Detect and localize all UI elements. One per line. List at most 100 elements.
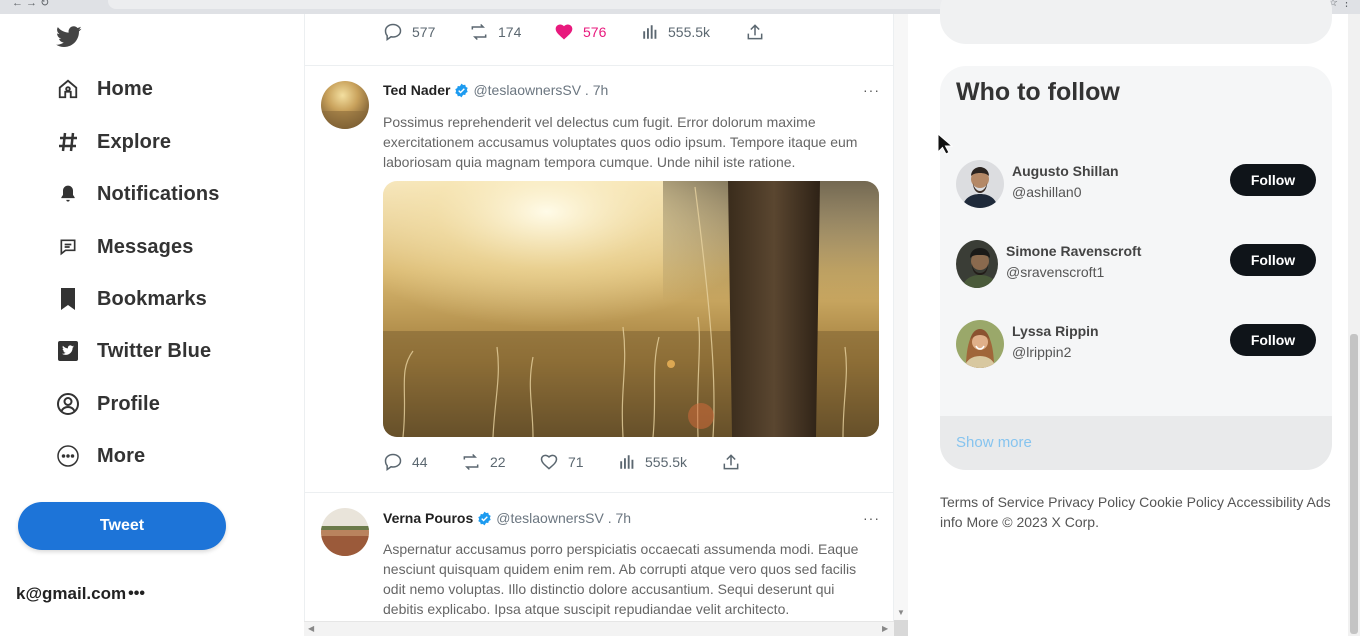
- twitter-blue-icon: [54, 337, 82, 365]
- sidebar-item-label: Profile: [97, 392, 160, 415]
- scrollbar-corner: [894, 620, 908, 636]
- share-button[interactable]: [745, 22, 774, 42]
- tweet-actions: 44 22 71 555.5k: [383, 452, 750, 472]
- previous-card: [940, 0, 1332, 44]
- tweet[interactable]: Ted Nader @teslaownersSV . 7h ··· Possim…: [305, 66, 893, 492]
- sidebar-item-more[interactable]: More: [54, 439, 145, 473]
- views-button[interactable]: 555.5k: [618, 453, 721, 471]
- account-more-icon[interactable]: •••: [128, 585, 145, 603]
- avatar[interactable]: [956, 320, 1004, 368]
- scrollbar-thumb[interactable]: [1350, 334, 1358, 634]
- bell-icon: [54, 180, 82, 208]
- copyright: © 2023 X Corp.: [1002, 514, 1099, 530]
- sidebar-item-bookmarks[interactable]: Bookmarks: [54, 282, 207, 316]
- profile-icon: [54, 390, 82, 418]
- reply-button[interactable]: 44: [383, 452, 461, 472]
- sidebar-item-explore[interactable]: Explore: [54, 125, 171, 159]
- sidebar-item-label: Bookmarks: [97, 287, 207, 310]
- footer-link-privacy[interactable]: Privacy Policy: [1048, 494, 1135, 510]
- follow-user-handle[interactable]: @ashillan0: [1012, 184, 1081, 200]
- avatar[interactable]: [956, 160, 1004, 208]
- footer-link-terms[interactable]: Terms of Service: [940, 494, 1044, 510]
- follow-user-handle[interactable]: @sravenscroft1: [1006, 264, 1104, 280]
- avatar[interactable]: [321, 508, 369, 556]
- twitter-logo-icon[interactable]: [56, 26, 82, 48]
- share-button[interactable]: [721, 452, 750, 472]
- sidebar-item-profile[interactable]: Profile: [54, 387, 160, 421]
- sidebar-item-label: Messages: [97, 235, 194, 258]
- follow-user-name[interactable]: Simone Ravenscroft: [1006, 243, 1141, 259]
- follow-user-name[interactable]: Augusto Shillan: [1012, 163, 1119, 179]
- previous-tweet-actions: 577 174 576 555.5k: [383, 22, 774, 42]
- right-sidebar: Who to follow Augusto Shillan @ashillan0…: [908, 0, 1348, 636]
- sidebar-item-messages[interactable]: Messages: [54, 230, 193, 264]
- retweet-button[interactable]: 174: [469, 22, 554, 42]
- heart-icon: [540, 454, 558, 470]
- feed-scrollbar[interactable]: ▼: [894, 14, 908, 636]
- tweet-more-icon[interactable]: ···: [863, 82, 880, 98]
- tweet-header: Ted Nader @teslaownersSV . 7h: [383, 82, 608, 98]
- follow-button[interactable]: Follow: [1230, 164, 1316, 196]
- scroll-down-arrow-icon[interactable]: ▼: [897, 608, 905, 617]
- scroll-right-arrow-icon[interactable]: ▶: [882, 624, 888, 633]
- like-button[interactable]: 71: [539, 452, 618, 472]
- retweet-icon: [463, 453, 479, 471]
- page-scrollbar[interactable]: [1348, 14, 1360, 636]
- verified-badge-icon: [477, 511, 492, 526]
- follow-suggestion[interactable]: Simone Ravenscroft @sravenscroft1 Follow: [956, 240, 1316, 290]
- footer-link-accessibility[interactable]: Accessibility: [1227, 494, 1303, 510]
- follow-suggestion[interactable]: Augusto Shillan @ashillan0 Follow: [956, 160, 1316, 210]
- follow-user-handle[interactable]: @lrippin2: [1012, 344, 1071, 360]
- view-count: 555.5k: [645, 454, 688, 470]
- tweet-image[interactable]: [383, 181, 879, 437]
- tweet-button[interactable]: Tweet: [18, 502, 226, 550]
- more-circle-icon: [54, 442, 82, 470]
- message-icon: [54, 233, 82, 261]
- author-handle[interactable]: @teslaownersSV . 7h: [473, 82, 608, 98]
- scroll-left-arrow-icon[interactable]: ◀: [308, 624, 314, 633]
- views-chart-icon: [620, 455, 634, 469]
- author-handle[interactable]: @teslaownersSV . 7h: [496, 510, 631, 526]
- tweet-header: Verna Pouros @teslaownersSV . 7h: [383, 510, 631, 526]
- heart-filled-icon: [555, 24, 573, 40]
- verified-badge-icon: [454, 83, 469, 98]
- sidebar-item-label: Home: [97, 77, 153, 100]
- sidebar-item-twitter-blue[interactable]: Twitter Blue: [54, 334, 211, 368]
- like-button[interactable]: 576: [554, 22, 641, 42]
- views-button[interactable]: 555.5k: [641, 23, 745, 41]
- avatar[interactable]: [321, 81, 369, 129]
- like-count: 71: [568, 454, 584, 470]
- tweet[interactable]: Verna Pouros @teslaownersSV . 7h ··· Asp…: [305, 493, 893, 636]
- feed-horizontal-scrollbar[interactable]: ◀ ▶: [304, 621, 894, 636]
- retweet-icon: [471, 23, 487, 41]
- bookmark-icon: [54, 285, 82, 313]
- author-name[interactable]: Verna Pouros: [383, 510, 473, 526]
- retweet-count: 174: [498, 24, 522, 40]
- author-name[interactable]: Ted Nader: [383, 82, 450, 98]
- reply-icon: [384, 453, 402, 471]
- follow-user-name[interactable]: Lyssa Rippin: [1012, 323, 1099, 339]
- footer-link-more[interactable]: More: [966, 514, 998, 530]
- tweet-more-icon[interactable]: ···: [863, 510, 880, 526]
- browser-nav-icons[interactable]: ← → ↻: [12, 0, 49, 9]
- footer-links: Terms of Service Privacy Policy Cookie P…: [940, 492, 1340, 532]
- home-icon: [54, 75, 82, 103]
- footer-link-cookie[interactable]: Cookie Policy: [1139, 494, 1224, 510]
- reply-button[interactable]: 577: [383, 22, 469, 42]
- sidebar-item-home[interactable]: Home: [54, 72, 153, 106]
- sidebar-item-label: Notifications: [97, 182, 220, 205]
- sidebar-item-label: Explore: [97, 130, 172, 153]
- avatar[interactable]: [956, 240, 998, 288]
- left-sidebar: Home Explore Notifications Messages Book…: [0, 14, 304, 636]
- follow-suggestion[interactable]: Lyssa Rippin @lrippin2 Follow: [956, 320, 1316, 370]
- show-more-link[interactable]: Show more: [956, 434, 1032, 451]
- follow-button[interactable]: Follow: [1230, 244, 1316, 276]
- reply-count: 577: [412, 24, 436, 40]
- sidebar-item-label: More: [97, 444, 146, 467]
- like-count: 576: [583, 24, 607, 40]
- account-switcher[interactable]: k@gmail.com •••: [16, 584, 145, 604]
- tweet-text: Aspernatur accusamus porro perspiciatis …: [383, 541, 859, 617]
- follow-button[interactable]: Follow: [1230, 324, 1316, 356]
- sidebar-item-notifications[interactable]: Notifications: [54, 177, 219, 211]
- retweet-button[interactable]: 22: [461, 452, 539, 472]
